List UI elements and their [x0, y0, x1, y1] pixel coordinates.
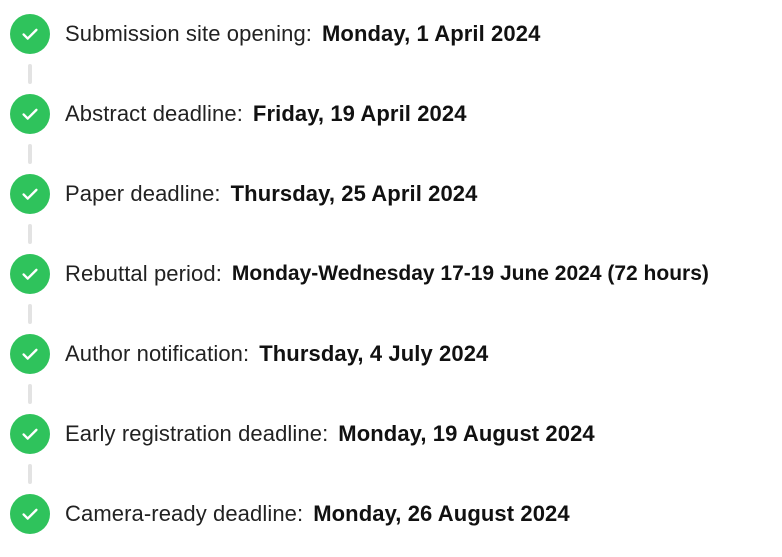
step-date: Monday, 26 August 2024 — [313, 501, 570, 526]
check-circle-icon — [10, 334, 50, 374]
check-circle-icon — [10, 254, 50, 294]
timeline-connector — [28, 64, 32, 84]
step-label: Camera-ready deadline: — [65, 501, 304, 526]
step-date: Thursday, 4 July 2024 — [259, 341, 489, 366]
step-date: Monday, 1 April 2024 — [322, 21, 541, 46]
timeline-step-author-notification: Author notification: Thursday, 4 July 20… — [10, 334, 488, 374]
step-label: Paper deadline: — [65, 181, 221, 206]
step-date: Monday-Wednesday 17-19 June 2024 (72 hou… — [231, 262, 709, 285]
step-label: Abstract deadline: — [65, 101, 243, 126]
check-circle-icon — [10, 494, 50, 534]
timeline-connector — [28, 304, 32, 324]
timeline-step-paper-deadline: Paper deadline: Thursday, 25 April 2024 — [10, 174, 477, 214]
timeline-step-rebuttal-period: Rebuttal period: Monday-Wednesday 17-19 … — [10, 254, 709, 294]
check-circle-icon — [10, 174, 50, 214]
step-label: Early registration deadline: — [65, 421, 329, 446]
step-label: Rebuttal period: — [65, 261, 222, 286]
step-date: Thursday, 25 April 2024 — [230, 181, 478, 206]
timeline-step-abstract-deadline: Abstract deadline: Friday, 19 April 2024 — [10, 94, 467, 134]
check-circle-icon — [10, 14, 50, 54]
step-label: Submission site opening: — [65, 21, 312, 46]
step-date: Friday, 19 April 2024 — [252, 101, 467, 126]
step-date: Monday, 19 August 2024 — [338, 421, 595, 446]
timeline-step-early-registration: Early registration deadline: Monday, 19 … — [10, 414, 595, 454]
timeline-connector — [28, 144, 32, 164]
timeline-connector — [28, 384, 32, 404]
timeline-step-submission-opening: Submission site opening: Monday, 1 April… — [10, 14, 540, 54]
deadline-timeline: Submission site opening: Monday, 1 April… — [0, 0, 782, 557]
timeline-connector — [28, 464, 32, 484]
step-label: Author notification: — [65, 341, 250, 366]
check-circle-icon — [10, 414, 50, 454]
timeline-connector — [28, 224, 32, 244]
timeline-step-camera-ready: Camera-ready deadline: Monday, 26 August… — [10, 494, 570, 534]
check-circle-icon — [10, 94, 50, 134]
